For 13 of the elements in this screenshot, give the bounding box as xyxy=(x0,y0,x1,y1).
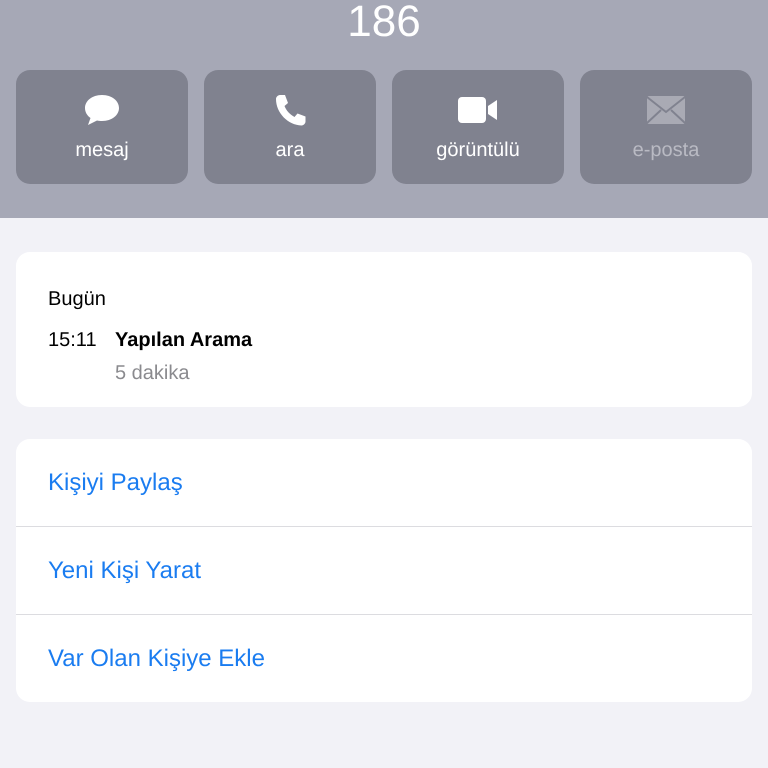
call-type: Yapılan Arama xyxy=(115,329,254,352)
message-button[interactable]: mesaj xyxy=(16,70,188,184)
call-time: 15:11 xyxy=(48,329,98,352)
contact-number: 186 xyxy=(347,0,421,44)
day-label: Bugün xyxy=(48,288,107,311)
contact-action-link[interactable]: Kişiyi Paylaş xyxy=(48,468,183,496)
call-button[interactable]: ara xyxy=(204,70,376,184)
video-button[interactable]: görüntülü xyxy=(392,70,564,184)
contact-action-link[interactable]: Var Olan Kişiye Ekle xyxy=(48,644,265,672)
contact-action-link[interactable]: Yeni Kişi Yarat xyxy=(48,556,201,584)
speech-bubble-icon xyxy=(83,92,121,126)
phone-icon xyxy=(274,92,306,126)
call-duration: 5 dakika xyxy=(115,362,190,385)
